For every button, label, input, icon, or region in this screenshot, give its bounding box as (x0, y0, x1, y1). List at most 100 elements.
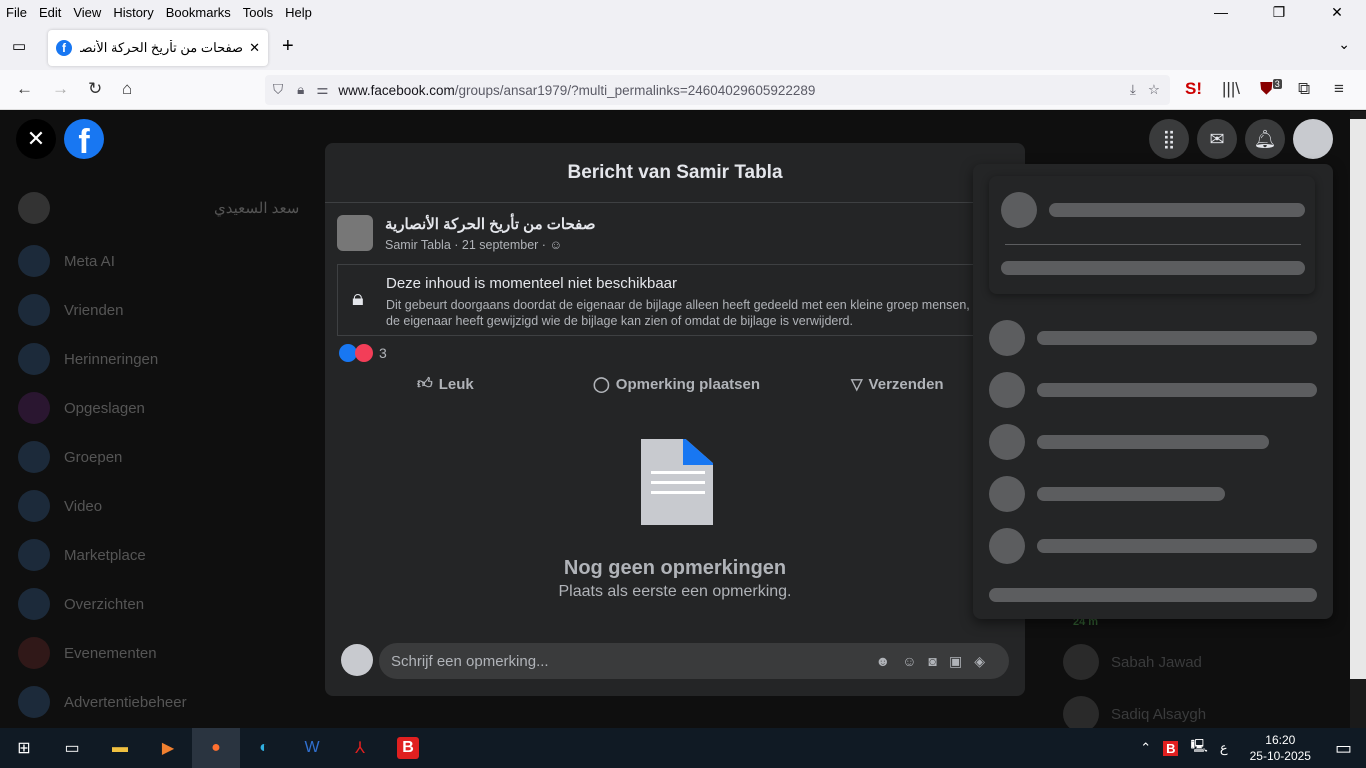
menu-view[interactable]: View (73, 5, 101, 20)
empty-comments-subtitle: Plaats als eerste een opmerking. (558, 583, 792, 600)
lock-icon[interactable]: 🔒︎ (297, 82, 304, 98)
scrollbar[interactable] (1350, 111, 1366, 728)
empty-comments-title: Nog geen opmerkingen (563, 557, 787, 579)
bookmark-star-icon[interactable]: ☆ (1148, 82, 1160, 98)
task-view-icon[interactable]: ▭ (48, 728, 96, 768)
menu-help[interactable]: Help (285, 5, 312, 20)
extensions-icon[interactable]: ⧉ (1298, 79, 1310, 99)
unavailable-title: Deze inhoud is momenteel niet beschikbaa… (386, 275, 677, 292)
sidebar-item-events[interactable]: Evenementen (18, 637, 157, 669)
gif-icon[interactable]: ▣ (949, 653, 974, 669)
close-tab-icon[interactable]: ✕ (249, 40, 260, 56)
tray-chevron-icon[interactable]: ⌃ (1140, 740, 1151, 756)
app-menu-icon[interactable]: ≡ (1334, 79, 1344, 99)
like-button[interactable]: 👍︎ Leuk (417, 375, 474, 393)
language-indicator[interactable]: ع (1220, 740, 1228, 756)
notifications-button[interactable]: 🔔︎ (1245, 119, 1285, 159)
send-button[interactable]: ▽ Verzenden (851, 375, 944, 394)
forward-icon[interactable]: → (52, 79, 69, 99)
sidebar-item-meta-ai[interactable]: Meta AI (18, 245, 115, 277)
nav-bar: ← → ↻ ⌂ ⛉ 🔒︎ ⚌ www.facebook.com/groups/a… (0, 70, 1366, 110)
new-tab-button[interactable]: + (282, 35, 294, 58)
media-player-icon[interactable]: ▶ (144, 728, 192, 768)
extension-s-icon[interactable]: S! (1185, 79, 1202, 99)
sidebar-label: Evenementen (64, 644, 157, 662)
sidebar-profile[interactable]: سعد السعيدي (18, 192, 299, 224)
b-app-icon[interactable]: B (384, 728, 432, 768)
messenger-button[interactable]: ✉ (1197, 119, 1237, 159)
sidebar-item-feeds[interactable]: Overzichten (18, 588, 144, 620)
skeleton-bar (1049, 203, 1305, 217)
close-viewer-button[interactable]: ✕ (16, 119, 56, 159)
list-tabs-icon[interactable]: ⌄ (1338, 36, 1350, 53)
edge-icon[interactable]: ◐ (240, 728, 288, 768)
comment-placeholder: Schrijf een opmerking... (391, 652, 549, 670)
start-button[interactable]: ⊞ (0, 728, 48, 768)
sidebar-item-memories[interactable]: Herinneringen (18, 343, 158, 375)
love-reaction-icon (355, 344, 373, 362)
tab-bar: ▭ f صفحات من تأريخ الحركة الأنصارية ✕ + … (0, 24, 1366, 70)
clock[interactable]: 16:20 25-10-2025 (1250, 732, 1311, 764)
sidebar-label: Overzichten (64, 595, 145, 613)
avatar-sticker-icon[interactable]: ☻ (875, 653, 902, 669)
send-icon: ▽ (851, 376, 863, 393)
unavailable-text: Dit gebeurt doorgaans doordat de eigenaa… (386, 298, 970, 328)
restore-button[interactable]: ❐ (1256, 0, 1302, 24)
sidebar-label: Video (64, 497, 103, 515)
word-icon[interactable]: W (288, 728, 336, 768)
send-label: Verzenden (868, 375, 944, 393)
home-icon[interactable]: ⌂ (122, 79, 132, 99)
tab-overview-icon[interactable]: ▭ (12, 37, 26, 55)
emoji-icon[interactable]: ☺ (902, 653, 928, 669)
acrobat-icon[interactable]: ⅄ (336, 728, 384, 768)
contact-item[interactable]: Sabah Jawad (1063, 644, 1202, 680)
tab-title: صفحات من تأريخ الحركة الأنصارية (80, 40, 244, 55)
save-page-icon[interactable]: ⤓ (1130, 82, 1136, 98)
facebook-logo-icon[interactable]: f (64, 119, 104, 161)
document-icon (641, 439, 713, 525)
menu-edit[interactable]: Edit (39, 5, 61, 20)
like-label: Leuk (438, 375, 474, 393)
close-window-button[interactable]: ✕ (1314, 0, 1360, 24)
account-avatar-button[interactable] (1293, 119, 1333, 159)
menu-file[interactable]: File (6, 5, 27, 20)
reactions[interactable]: 3 (339, 344, 387, 362)
menu-grid-button[interactable]: ⣿ (1149, 119, 1189, 159)
camera-icon[interactable]: ◙ (929, 653, 949, 669)
tab-facebook[interactable]: f صفحات من تأريخ الحركة الأنصارية ✕ (48, 30, 268, 66)
url-bar[interactable]: ⛉ 🔒︎ ⚌ www.facebook.com/groups/ansar1979… (265, 75, 1170, 105)
sidebar-item-ads-manager[interactable]: Advertentiebeheer (18, 686, 187, 718)
thumbs-up-icon: 👍︎ (417, 375, 433, 392)
firefox-icon[interactable]: ● (192, 728, 240, 768)
comment-button[interactable]: ◯ Opmerking plaatsen (593, 375, 760, 394)
menu-bookmarks[interactable]: Bookmarks (166, 5, 231, 20)
sidebar-item-marketplace[interactable]: Marketplace (18, 539, 146, 571)
permissions-icon[interactable]: ⚌ (316, 82, 328, 98)
reload-icon[interactable]: ↻ (88, 79, 102, 99)
ublock-icon[interactable]: ⛊ 3 (1260, 79, 1282, 99)
group-avatar[interactable] (337, 215, 373, 251)
unavailable-box: 🔒︎ Deze inhoud is momenteel niet beschik… (337, 264, 1025, 336)
menu-bar: File Edit View History Bookmarks Tools H… (0, 0, 1366, 24)
commenter-avatar[interactable] (341, 644, 373, 676)
menu-tools[interactable]: Tools (243, 5, 273, 20)
group-name[interactable]: صفحات من تأريخ الحركة الأنصارية (385, 215, 595, 233)
author-name[interactable]: Samir Tabla (385, 238, 451, 252)
sidebar-item-saved[interactable]: Opgeslagen (18, 392, 145, 424)
comment-input[interactable]: Schrijf een opmerking... ☻☺◙▣◈ (379, 643, 1009, 679)
minimize-button[interactable]: — (1198, 0, 1244, 24)
file-explorer-icon[interactable]: ▬ (96, 728, 144, 768)
menu-history[interactable]: History (113, 5, 153, 20)
sticker-icon[interactable]: ◈ (974, 653, 997, 669)
contact-item[interactable]: Sadiq Alsaygh (1063, 696, 1206, 728)
sidebar-item-video[interactable]: Video (18, 490, 102, 522)
shield-icon[interactable]: ⛉ (273, 82, 283, 98)
network-icon[interactable]: 🖳︎ (1190, 737, 1207, 759)
sidebar-item-groups[interactable]: Groepen (18, 441, 122, 473)
library-icon[interactable]: |||\ (1222, 79, 1240, 99)
tray-b-icon[interactable]: B (1163, 740, 1179, 756)
back-icon[interactable]: ← (16, 79, 33, 99)
post-date[interactable]: 21 september (462, 238, 538, 252)
action-center-icon[interactable]: ▭ (1335, 738, 1352, 759)
sidebar-item-friends[interactable]: Vrienden (18, 294, 124, 326)
